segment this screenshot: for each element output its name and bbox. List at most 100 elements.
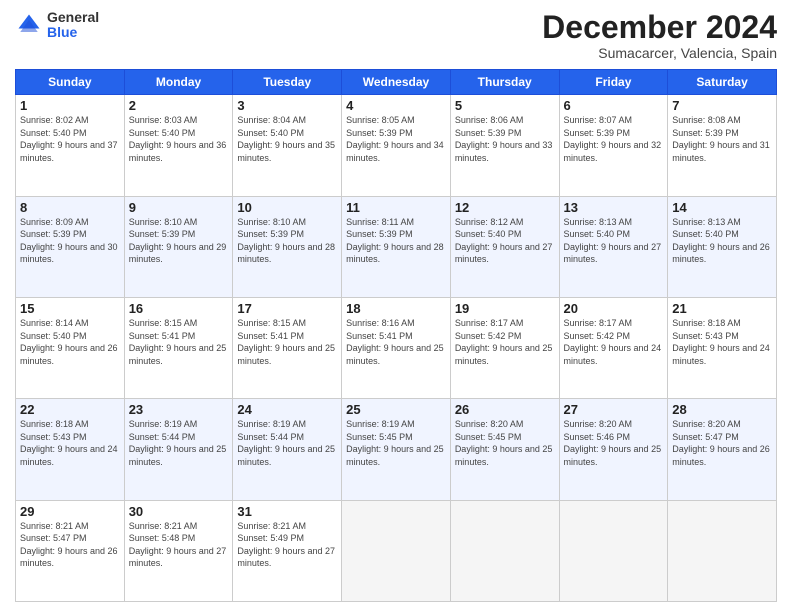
location: Sumacarcer, Valencia, Spain [542,45,777,61]
calendar-week-row: 15Sunrise: 8:14 AMSunset: 5:40 PMDayligh… [16,297,777,398]
day-info: Sunrise: 8:19 AMSunset: 5:45 PMDaylight:… [346,418,446,468]
calendar-table: Sunday Monday Tuesday Wednesday Thursday… [15,69,777,602]
day-info: Sunrise: 8:18 AMSunset: 5:43 PMDaylight:… [672,317,772,367]
calendar-week-row: 1Sunrise: 8:02 AMSunset: 5:40 PMDaylight… [16,95,777,196]
day-number: 16 [129,301,229,316]
logo-blue-text: Blue [47,25,99,40]
col-sunday: Sunday [16,70,125,95]
day-info: Sunrise: 8:15 AMSunset: 5:41 PMDaylight:… [129,317,229,367]
day-number: 25 [346,402,446,417]
table-cell: 30Sunrise: 8:21 AMSunset: 5:48 PMDayligh… [124,500,233,601]
day-number: 19 [455,301,555,316]
day-info: Sunrise: 8:17 AMSunset: 5:42 PMDaylight:… [455,317,555,367]
table-cell: 13Sunrise: 8:13 AMSunset: 5:40 PMDayligh… [559,196,668,297]
day-info: Sunrise: 8:19 AMSunset: 5:44 PMDaylight:… [129,418,229,468]
calendar-week-row: 29Sunrise: 8:21 AMSunset: 5:47 PMDayligh… [16,500,777,601]
day-number: 6 [564,98,664,113]
calendar-week-row: 8Sunrise: 8:09 AMSunset: 5:39 PMDaylight… [16,196,777,297]
page: General Blue December 2024 Sumacarcer, V… [0,0,792,612]
day-info: Sunrise: 8:15 AMSunset: 5:41 PMDaylight:… [237,317,337,367]
day-number: 17 [237,301,337,316]
day-number: 22 [20,402,120,417]
day-info: Sunrise: 8:06 AMSunset: 5:39 PMDaylight:… [455,114,555,164]
day-number: 30 [129,504,229,519]
logo-text: General Blue [47,10,99,41]
day-info: Sunrise: 8:07 AMSunset: 5:39 PMDaylight:… [564,114,664,164]
day-number: 18 [346,301,446,316]
table-cell: 25Sunrise: 8:19 AMSunset: 5:45 PMDayligh… [342,399,451,500]
day-number: 26 [455,402,555,417]
day-number: 13 [564,200,664,215]
table-cell: 16Sunrise: 8:15 AMSunset: 5:41 PMDayligh… [124,297,233,398]
table-cell: 1Sunrise: 8:02 AMSunset: 5:40 PMDaylight… [16,95,125,196]
table-cell: 5Sunrise: 8:06 AMSunset: 5:39 PMDaylight… [450,95,559,196]
logo: General Blue [15,10,99,41]
day-info: Sunrise: 8:04 AMSunset: 5:40 PMDaylight:… [237,114,337,164]
day-info: Sunrise: 8:13 AMSunset: 5:40 PMDaylight:… [672,216,772,266]
table-cell: 27Sunrise: 8:20 AMSunset: 5:46 PMDayligh… [559,399,668,500]
table-cell [342,500,451,601]
day-number: 31 [237,504,337,519]
day-info: Sunrise: 8:05 AMSunset: 5:39 PMDaylight:… [346,114,446,164]
table-cell: 19Sunrise: 8:17 AMSunset: 5:42 PMDayligh… [450,297,559,398]
table-cell: 28Sunrise: 8:20 AMSunset: 5:47 PMDayligh… [668,399,777,500]
table-cell: 7Sunrise: 8:08 AMSunset: 5:39 PMDaylight… [668,95,777,196]
table-cell: 8Sunrise: 8:09 AMSunset: 5:39 PMDaylight… [16,196,125,297]
day-info: Sunrise: 8:16 AMSunset: 5:41 PMDaylight:… [346,317,446,367]
month-title: December 2024 [542,10,777,45]
table-cell: 9Sunrise: 8:10 AMSunset: 5:39 PMDaylight… [124,196,233,297]
table-cell [668,500,777,601]
day-info: Sunrise: 8:21 AMSunset: 5:47 PMDaylight:… [20,520,120,570]
logo-icon [15,11,43,39]
day-number: 5 [455,98,555,113]
calendar-week-row: 22Sunrise: 8:18 AMSunset: 5:43 PMDayligh… [16,399,777,500]
day-info: Sunrise: 8:21 AMSunset: 5:49 PMDaylight:… [237,520,337,570]
day-info: Sunrise: 8:20 AMSunset: 5:45 PMDaylight:… [455,418,555,468]
day-number: 12 [455,200,555,215]
day-number: 15 [20,301,120,316]
table-cell: 11Sunrise: 8:11 AMSunset: 5:39 PMDayligh… [342,196,451,297]
col-monday: Monday [124,70,233,95]
day-number: 24 [237,402,337,417]
table-cell: 12Sunrise: 8:12 AMSunset: 5:40 PMDayligh… [450,196,559,297]
table-cell: 21Sunrise: 8:18 AMSunset: 5:43 PMDayligh… [668,297,777,398]
day-number: 28 [672,402,772,417]
table-cell: 6Sunrise: 8:07 AMSunset: 5:39 PMDaylight… [559,95,668,196]
day-info: Sunrise: 8:20 AMSunset: 5:46 PMDaylight:… [564,418,664,468]
col-wednesday: Wednesday [342,70,451,95]
table-cell: 17Sunrise: 8:15 AMSunset: 5:41 PMDayligh… [233,297,342,398]
day-number: 10 [237,200,337,215]
table-cell: 31Sunrise: 8:21 AMSunset: 5:49 PMDayligh… [233,500,342,601]
table-cell [559,500,668,601]
col-thursday: Thursday [450,70,559,95]
table-cell: 20Sunrise: 8:17 AMSunset: 5:42 PMDayligh… [559,297,668,398]
calendar-header-row: Sunday Monday Tuesday Wednesday Thursday… [16,70,777,95]
table-cell: 24Sunrise: 8:19 AMSunset: 5:44 PMDayligh… [233,399,342,500]
day-info: Sunrise: 8:08 AMSunset: 5:39 PMDaylight:… [672,114,772,164]
title-block: December 2024 Sumacarcer, Valencia, Spai… [542,10,777,61]
table-cell: 22Sunrise: 8:18 AMSunset: 5:43 PMDayligh… [16,399,125,500]
table-cell: 29Sunrise: 8:21 AMSunset: 5:47 PMDayligh… [16,500,125,601]
day-info: Sunrise: 8:21 AMSunset: 5:48 PMDaylight:… [129,520,229,570]
day-number: 9 [129,200,229,215]
day-info: Sunrise: 8:20 AMSunset: 5:47 PMDaylight:… [672,418,772,468]
day-number: 29 [20,504,120,519]
table-cell: 23Sunrise: 8:19 AMSunset: 5:44 PMDayligh… [124,399,233,500]
day-number: 23 [129,402,229,417]
day-number: 3 [237,98,337,113]
day-info: Sunrise: 8:03 AMSunset: 5:40 PMDaylight:… [129,114,229,164]
day-info: Sunrise: 8:17 AMSunset: 5:42 PMDaylight:… [564,317,664,367]
day-info: Sunrise: 8:02 AMSunset: 5:40 PMDaylight:… [20,114,120,164]
logo-general-text: General [47,10,99,25]
day-number: 21 [672,301,772,316]
day-number: 14 [672,200,772,215]
table-cell: 18Sunrise: 8:16 AMSunset: 5:41 PMDayligh… [342,297,451,398]
day-number: 4 [346,98,446,113]
table-cell: 2Sunrise: 8:03 AMSunset: 5:40 PMDaylight… [124,95,233,196]
table-cell: 14Sunrise: 8:13 AMSunset: 5:40 PMDayligh… [668,196,777,297]
day-info: Sunrise: 8:14 AMSunset: 5:40 PMDaylight:… [20,317,120,367]
day-number: 2 [129,98,229,113]
day-number: 1 [20,98,120,113]
col-saturday: Saturday [668,70,777,95]
day-number: 8 [20,200,120,215]
